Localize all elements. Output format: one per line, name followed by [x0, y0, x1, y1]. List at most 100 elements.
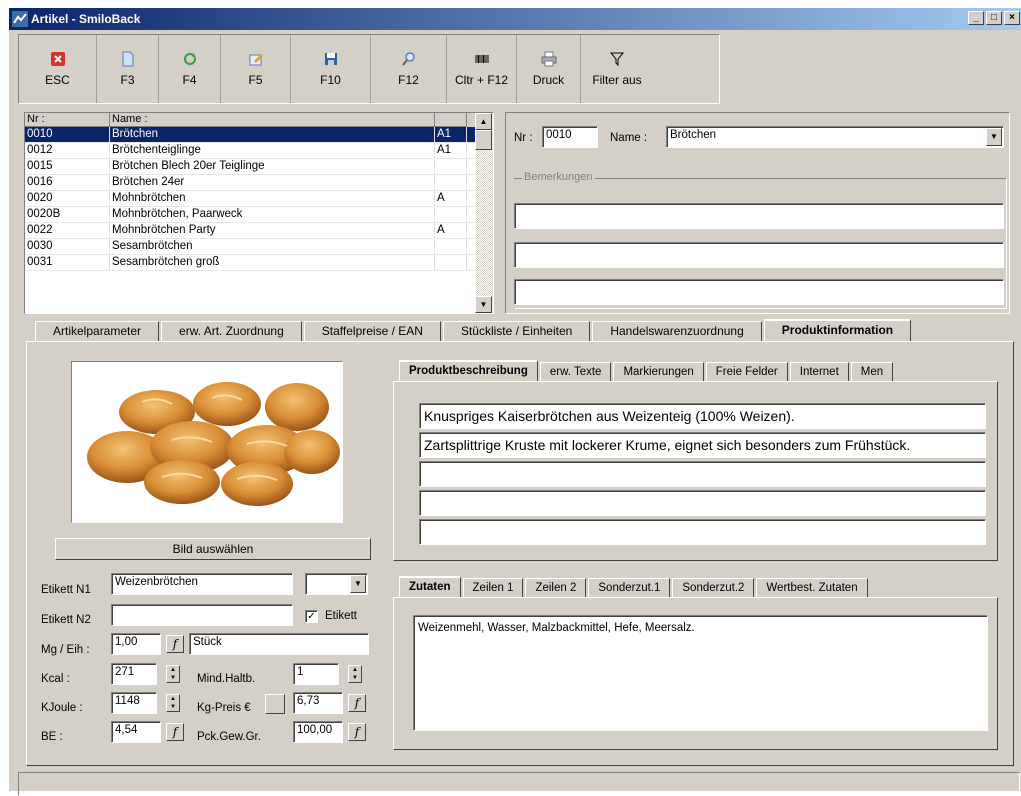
scroll-down-button[interactable]: ▼: [475, 296, 492, 313]
cell-code: [435, 175, 467, 190]
print-button[interactable]: Druck: [517, 35, 581, 103]
zutaten-textarea[interactable]: Weizenmehl, Wasser, Malzbackmittel, Hefe…: [413, 615, 988, 731]
name-dropdown-button[interactable]: ▼: [986, 128, 1002, 146]
f4-button[interactable]: F4: [159, 35, 221, 103]
f12-button[interactable]: F12: [371, 35, 447, 103]
pck-gew-label: Pck.Gew.Gr.: [197, 731, 261, 743]
filter-icon: [609, 52, 625, 67]
column-header-nr[interactable]: Nr :: [25, 113, 110, 127]
etikett-n1-label: Etikett N1: [41, 584, 91, 596]
title-bar: Artikel - SmiloBack _ □ ×: [9, 8, 1021, 30]
kcal-input[interactable]: 271: [111, 663, 157, 685]
table-row[interactable]: 0012 Brötchenteiglinge A1: [25, 143, 493, 159]
mg-input[interactable]: 1,00: [111, 633, 161, 655]
table-row[interactable]: 0020B Mohnbrötchen, Paarweck: [25, 207, 493, 223]
description-line-5[interactable]: [419, 519, 986, 545]
kg-preis-function-button[interactable]: f: [348, 694, 366, 712]
zutaten-tab-3[interactable]: Sonderzut.1: [588, 578, 671, 598]
cell-name: Brötchen: [110, 127, 435, 142]
save-disk-icon: [324, 53, 337, 65]
pck-gew-input[interactable]: 100,00: [293, 721, 343, 743]
mind-haltb-input[interactable]: 1: [293, 663, 339, 685]
remarks-line-1[interactable]: [514, 203, 1004, 229]
etikett-n2-input[interactable]: [111, 604, 293, 626]
kjoule-label: KJoule :: [41, 702, 83, 714]
status-bar: [18, 772, 1020, 796]
main-tab-0[interactable]: Artikelparameter: [35, 321, 160, 341]
printer-icon: [541, 51, 556, 67]
remarks-line-2[interactable]: [514, 242, 1004, 268]
close-button[interactable]: ×: [1004, 11, 1020, 25]
description-tabs: Produktbeschreibung erw. Texte Markierunge…: [399, 360, 895, 382]
main-tab-3[interactable]: Stückliste / Einheiten: [442, 321, 591, 341]
barcode-icon: [475, 55, 488, 63]
table-row[interactable]: 0030 Sesambrötchen: [25, 239, 493, 255]
select-image-button[interactable]: Bild auswählen: [55, 538, 371, 560]
maximize-button[interactable]: □: [986, 11, 1002, 25]
remarks-line-3[interactable]: [514, 279, 1004, 305]
f5-button[interactable]: F5: [221, 35, 291, 103]
table-row[interactable]: 0020 Mohnbrötchen A: [25, 191, 493, 207]
etikett-checkbox-label: Etikett: [325, 610, 357, 622]
minimize-button[interactable]: _: [968, 11, 984, 25]
nr-label: Nr :: [514, 132, 533, 144]
article-list[interactable]: Nr : Name : 0010 Brötchen A1 0012 Brötchente…: [24, 112, 494, 314]
description-tab-2[interactable]: Markierungen: [613, 362, 704, 382]
ctrl-f12-button[interactable]: Cltr + F12: [447, 35, 517, 103]
scroll-thumb[interactable]: [475, 130, 492, 150]
table-row[interactable]: 0022 Mohnbrötchen Party A: [25, 223, 493, 239]
mg-function-button[interactable]: f: [166, 635, 184, 653]
main-tab-5[interactable]: Produktinformation: [763, 319, 912, 341]
description-line-3[interactable]: [419, 461, 986, 487]
etikett-checkbox[interactable]: ✓: [305, 610, 318, 623]
list-scrollbar[interactable]: ▲ ▼: [475, 113, 493, 313]
description-tab-1[interactable]: erw. Texte: [539, 362, 612, 382]
description-tab-4[interactable]: Internet: [789, 362, 849, 382]
window-title: Artikel - SmiloBack: [31, 12, 141, 26]
description-tab-5[interactable]: Men: [850, 362, 894, 382]
be-function-button[interactable]: f: [166, 723, 184, 741]
mg-unit-input[interactable]: Stück: [189, 633, 369, 655]
name-combobox[interactable]: Brötchen: [666, 126, 1004, 148]
etikett-dropdown-button[interactable]: ▼: [350, 575, 366, 593]
kg-preis-input[interactable]: 6,73: [293, 692, 343, 714]
cell-nr: 0031: [25, 255, 110, 270]
be-input[interactable]: 4,54: [111, 721, 161, 743]
table-row[interactable]: 0016 Brötchen 24er: [25, 175, 493, 191]
zutaten-tabs: Zutaten Zeilen 1 Zeilen 2 Sonderzut.1 Sonder…: [399, 576, 870, 598]
esc-button[interactable]: ESC: [19, 35, 97, 103]
new-document-icon: [122, 51, 133, 67]
description-tab-0[interactable]: Produktbeschreibung: [399, 360, 538, 382]
table-row[interactable]: 0010 Brötchen A1: [25, 127, 493, 143]
filter-off-button[interactable]: Filter aus: [581, 35, 653, 103]
mind-haltb-spinner[interactable]: ▲ ▼: [348, 665, 362, 683]
column-header-code[interactable]: [435, 113, 467, 127]
etikett-n2-label: Etikett N2: [41, 614, 91, 626]
zutaten-tab-4[interactable]: Sonderzut.2: [672, 578, 755, 598]
kjoule-input[interactable]: 1148: [111, 692, 157, 714]
kjoule-spinner[interactable]: ▲ ▼: [166, 694, 180, 712]
f3-button[interactable]: F3: [97, 35, 159, 103]
description-tab-3[interactable]: Freie Felder: [705, 362, 788, 382]
main-tab-1[interactable]: erw. Art. Zuordnung: [161, 321, 302, 341]
zutaten-tab-2[interactable]: Zeilen 2: [525, 578, 587, 598]
nr-input[interactable]: 0010: [542, 126, 598, 148]
etikett-n1-input[interactable]: Weizenbrötchen: [111, 573, 293, 595]
cell-name: Mohnbrötchen: [110, 191, 435, 206]
zutaten-tab-5[interactable]: Wertbest. Zutaten: [756, 578, 868, 598]
description-line-4[interactable]: [419, 490, 986, 516]
main-tab-2[interactable]: Staffelpreise / EAN: [303, 321, 441, 341]
table-row[interactable]: 0015 Brötchen Blech 20er Teiglinge: [25, 159, 493, 175]
scroll-up-button[interactable]: ▲: [475, 113, 492, 130]
zutaten-tab-1[interactable]: Zeilen 1: [462, 578, 524, 598]
table-row[interactable]: 0031 Sesambrötchen groß: [25, 255, 493, 271]
kcal-spinner[interactable]: ▲ ▼: [166, 665, 180, 683]
f10-button[interactable]: F10: [291, 35, 371, 103]
main-tab-4[interactable]: Handelswarenzuordnung: [592, 321, 762, 341]
column-header-name[interactable]: Name :: [110, 113, 435, 127]
description-line-2[interactable]: Zartsplittrige Kruste mit lockerer Krume…: [419, 432, 986, 458]
kg-preis-button[interactable]: [265, 694, 285, 714]
description-line-1[interactable]: Knuspriges Kaiserbrötchen aus Weizenteig…: [419, 403, 986, 429]
pck-gew-function-button[interactable]: f: [348, 723, 366, 741]
zutaten-tab-0[interactable]: Zutaten: [399, 576, 461, 598]
